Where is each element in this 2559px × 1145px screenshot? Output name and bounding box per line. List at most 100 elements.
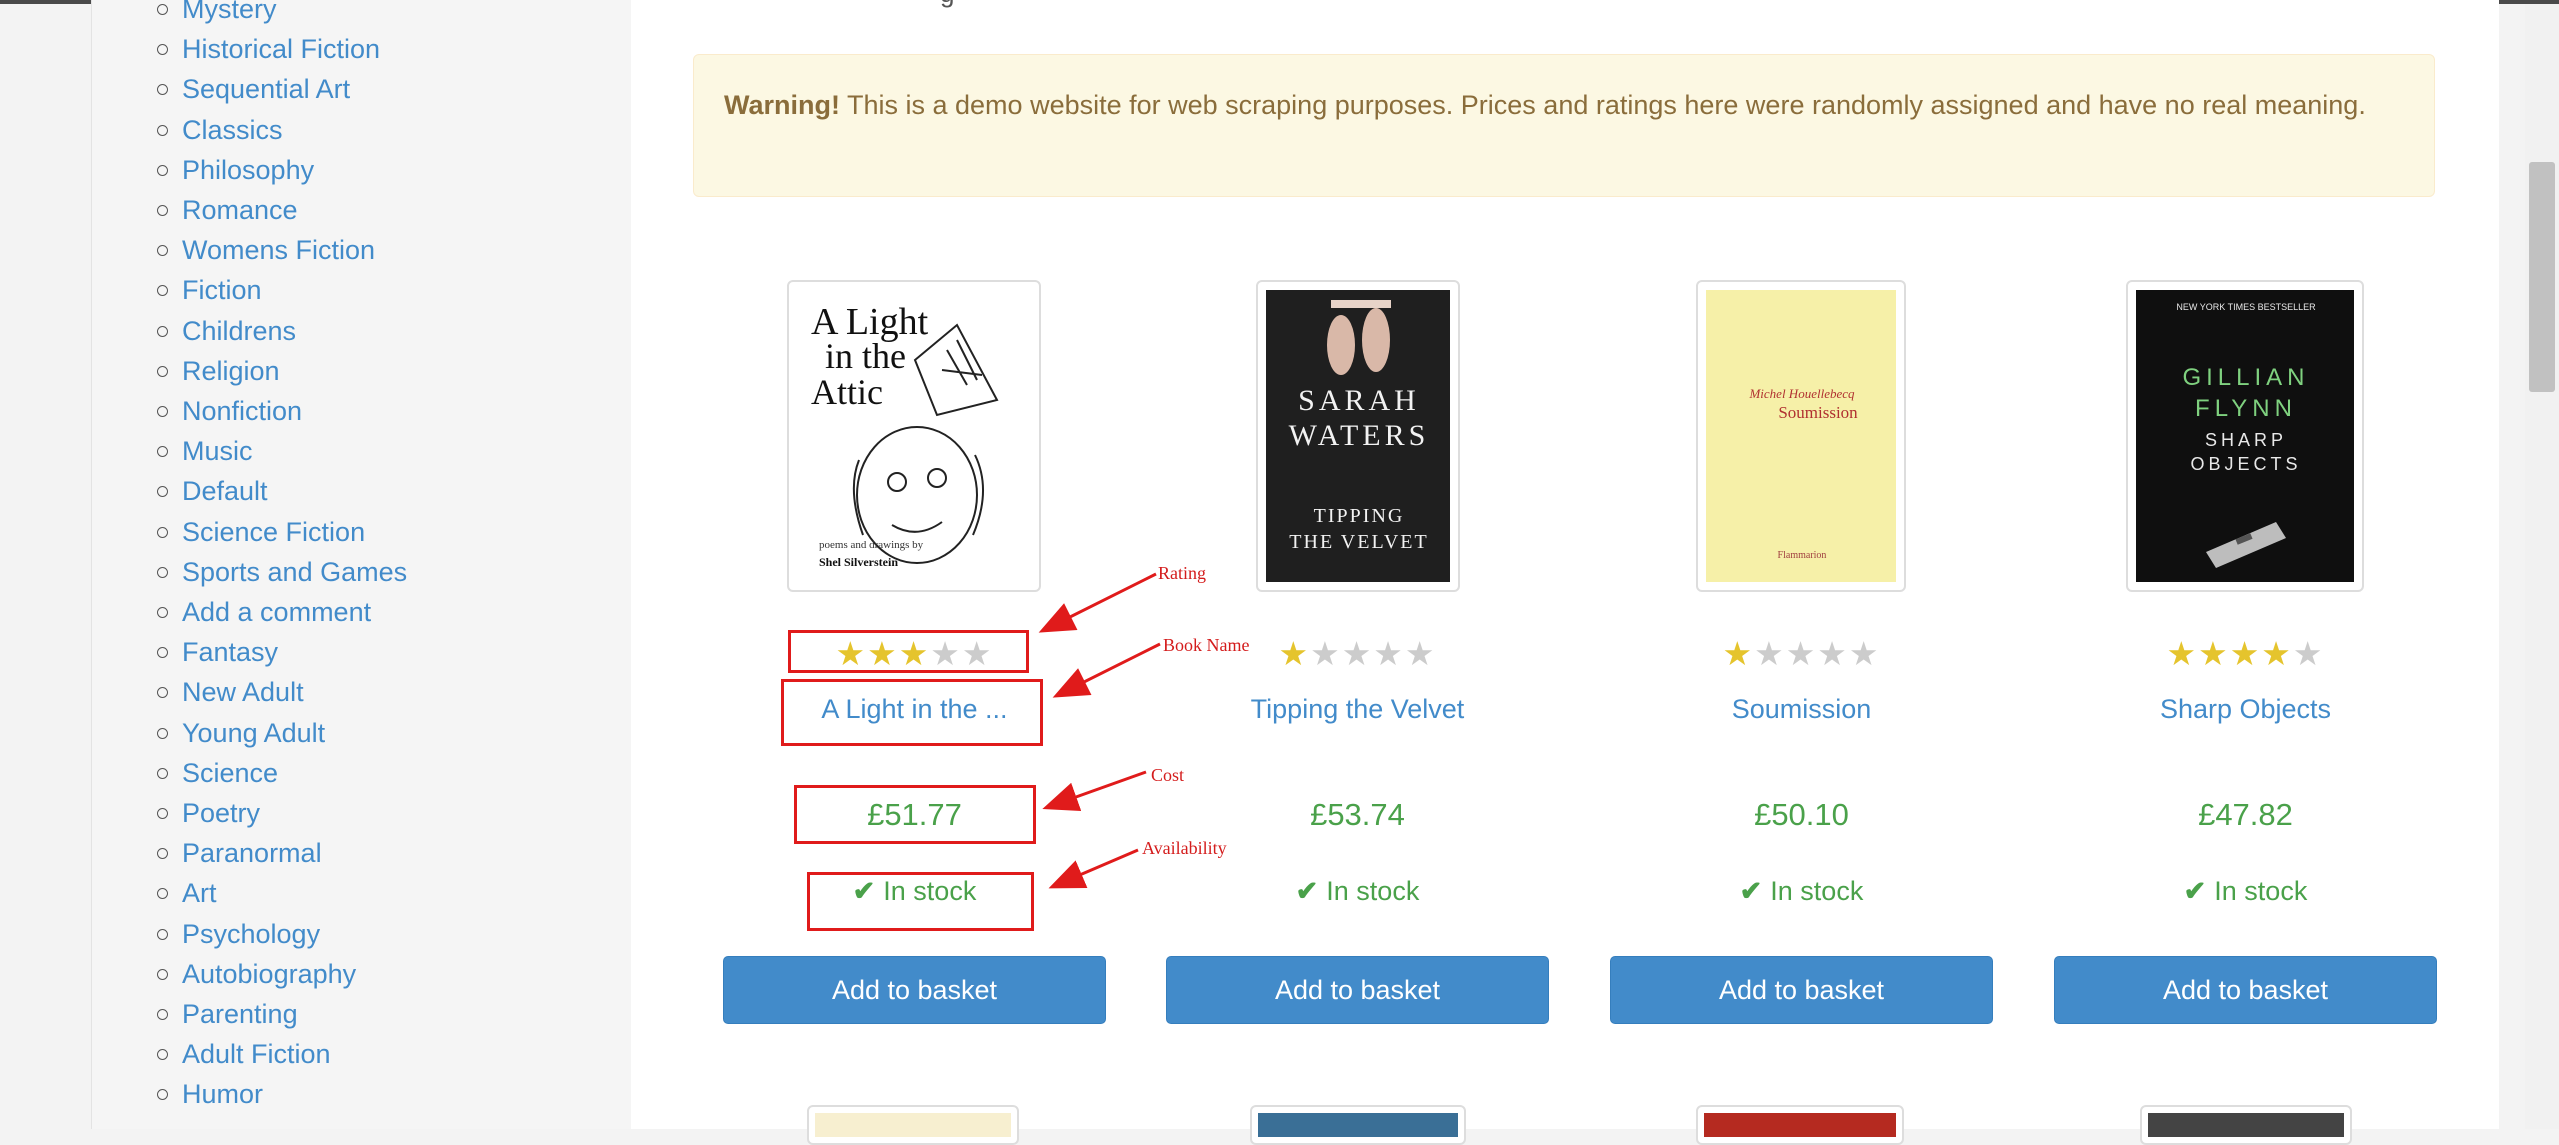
- star-empty-icon: ★: [1404, 635, 1437, 672]
- star-filled-icon: ★: [2198, 635, 2230, 672]
- availability-text-2: In stock: [1326, 876, 1420, 906]
- category-sidebar: Mystery Historical Fiction Sequential Art C…: [91, 0, 632, 1129]
- book-cover-2[interactable]: SARAH WATERS TIPPING THE VELVET: [1256, 280, 1460, 592]
- sidebar-category-link[interactable]: Art: [182, 874, 217, 912]
- add-to-basket-button-4[interactable]: Add to basket: [2054, 956, 2437, 1024]
- product-card-1: A Light in the Attic poems and drawings …: [723, 0, 1106, 1129]
- star-empty-icon: ★: [1373, 635, 1405, 672]
- cost-highlight-box: [794, 785, 1036, 844]
- bullet-icon: [157, 767, 168, 779]
- product-card-4: NEW YORK TIMES BESTSELLER GILLIAN FLYNN …: [2054, 0, 2437, 1129]
- cover1-subtitle: poems and drawings by: [819, 539, 924, 551]
- cover4-title1: SHARP: [2205, 430, 2287, 450]
- star-empty-icon: ★: [1754, 635, 1786, 672]
- star-filled-icon: ★: [2229, 635, 2262, 672]
- sidebar-category-link[interactable]: Add a comment: [182, 593, 371, 631]
- sidebar-category-link[interactable]: Fiction: [182, 271, 262, 309]
- cover2-author2: WATERS: [1289, 419, 1430, 452]
- check-icon: ✔: [2183, 876, 2207, 906]
- bullet-icon: [157, 968, 168, 980]
- sidebar-category-link[interactable]: Parenting: [182, 995, 298, 1033]
- sidebar-category-link[interactable]: Nonfiction: [182, 392, 302, 430]
- book-cover-5[interactable]: [807, 1105, 1019, 1145]
- bullet-icon: [157, 406, 168, 417]
- sidebar-category-link[interactable]: Humor: [182, 1075, 263, 1113]
- product-card-3: Michel Houellebecq Soumission Flammarion…: [1610, 0, 1993, 1129]
- book-price-3: £50.10: [1754, 797, 1849, 832]
- availability-highlight-box: [807, 872, 1034, 931]
- sidebar-category-link[interactable]: Classics: [182, 111, 283, 149]
- sidebar-category-link[interactable]: Religion: [182, 352, 280, 390]
- cover-art-2: SARAH WATERS TIPPING THE VELVET: [1266, 290, 1450, 582]
- sidebar-category-link[interactable]: Music: [182, 432, 253, 470]
- check-icon: ✔: [1295, 876, 1319, 906]
- book-title-link-2[interactable]: Tipping the Velvet: [1166, 694, 1549, 725]
- bullet-icon: [157, 124, 168, 136]
- cover-art-1: A Light in the Attic poems and drawings …: [811, 301, 999, 569]
- book-title-link-4[interactable]: Sharp Objects: [2054, 694, 2437, 725]
- sidebar-category-link[interactable]: Default: [182, 472, 268, 510]
- check-icon: ✔: [1739, 876, 1763, 906]
- sidebar-category-link[interactable]: Science: [182, 754, 278, 792]
- bullet-icon: [157, 285, 168, 297]
- cover3-author: Michel Houellebecq: [1748, 386, 1855, 401]
- bullet-icon: [157, 1089, 168, 1101]
- rating-highlight-box: [788, 630, 1029, 673]
- book-cover-4[interactable]: NEW YORK TIMES BESTSELLER GILLIAN FLYNN …: [2126, 280, 2364, 592]
- add-to-basket-button-2[interactable]: Add to basket: [1166, 956, 1549, 1024]
- cover1-line2: in the: [825, 336, 906, 376]
- bullet-icon: [157, 245, 168, 257]
- book-name-highlight-box: [781, 679, 1043, 746]
- bullet-icon: [157, 164, 168, 176]
- sidebar-category-link[interactable]: Psychology: [182, 915, 320, 953]
- rating-stars-3: ★★★★★: [1610, 634, 1993, 673]
- book-title-link-3[interactable]: Soumission: [1610, 694, 1993, 725]
- cover-art-4: NEW YORK TIMES BESTSELLER GILLIAN FLYNN …: [2136, 290, 2354, 582]
- cover4-top: NEW YORK TIMES BESTSELLER: [2176, 302, 2316, 312]
- rating-stars-4: ★★★★★: [2054, 634, 2437, 673]
- sidebar-category-link[interactable]: Mystery: [182, 0, 277, 28]
- sidebar-category-link[interactable]: Historical Fiction: [182, 30, 380, 68]
- bullet-icon: [157, 687, 168, 699]
- availability-text-4: In stock: [2214, 876, 2308, 906]
- bullet-icon: [157, 808, 168, 819]
- bullet-icon: [157, 928, 168, 940]
- sidebar-category-link[interactable]: Autobiography: [182, 955, 356, 993]
- sidebar-category-link[interactable]: Poetry: [182, 794, 260, 832]
- book-cover-8[interactable]: [2140, 1105, 2352, 1145]
- bullet-icon: [157, 526, 168, 538]
- cover2-author1: SARAH: [1298, 384, 1420, 417]
- book-cover-7[interactable]: [1696, 1105, 1904, 1145]
- sidebar-category-link[interactable]: Romance: [182, 191, 298, 229]
- sidebar-category-link[interactable]: Womens Fiction: [182, 231, 375, 269]
- sidebar-category-link[interactable]: Philosophy: [182, 151, 314, 189]
- book-cover-6[interactable]: [1250, 1105, 1466, 1145]
- book-price-4: £47.82: [2198, 797, 2293, 832]
- bullet-icon: [157, 365, 168, 377]
- sidebar-category-link[interactable]: New Adult: [182, 673, 304, 711]
- bullet-icon: [157, 888, 168, 900]
- star-filled-icon: ★: [2166, 635, 2199, 672]
- book-cover-1[interactable]: A Light in the Attic poems and drawings …: [787, 280, 1041, 592]
- cover3-title: Soumission: [1778, 403, 1858, 422]
- book-cover-3[interactable]: Michel Houellebecq Soumission Flammarion: [1696, 280, 1906, 592]
- star-empty-icon: ★: [1341, 635, 1374, 672]
- cover2-title2: THE VELVET: [1289, 531, 1428, 553]
- cover4-author1: GILLIAN: [2182, 364, 2309, 391]
- sidebar-category-link[interactable]: Adult Fiction: [182, 1035, 331, 1073]
- bullet-icon: [157, 848, 168, 860]
- availability-4: ✔ In stock: [2054, 876, 2437, 907]
- scrollbar-thumb[interactable]: [2529, 162, 2555, 392]
- sidebar-category-link[interactable]: Science Fiction: [182, 513, 365, 551]
- sidebar-category-link[interactable]: Sequential Art: [182, 70, 350, 108]
- sidebar-category-link[interactable]: Childrens: [182, 312, 296, 350]
- availability-2: ✔ In stock: [1166, 876, 1549, 907]
- sidebar-category-link[interactable]: Young Adult: [182, 714, 325, 752]
- add-to-basket-button-1[interactable]: Add to basket: [723, 956, 1106, 1024]
- add-to-basket-button-3[interactable]: Add to basket: [1610, 956, 1993, 1024]
- sidebar-category-link[interactable]: Paranormal: [182, 834, 322, 872]
- bullet-icon: [157, 607, 168, 618]
- bullet-icon: [157, 205, 168, 216]
- sidebar-category-link[interactable]: Fantasy: [182, 633, 278, 671]
- sidebar-category-link[interactable]: Sports and Games: [182, 553, 407, 591]
